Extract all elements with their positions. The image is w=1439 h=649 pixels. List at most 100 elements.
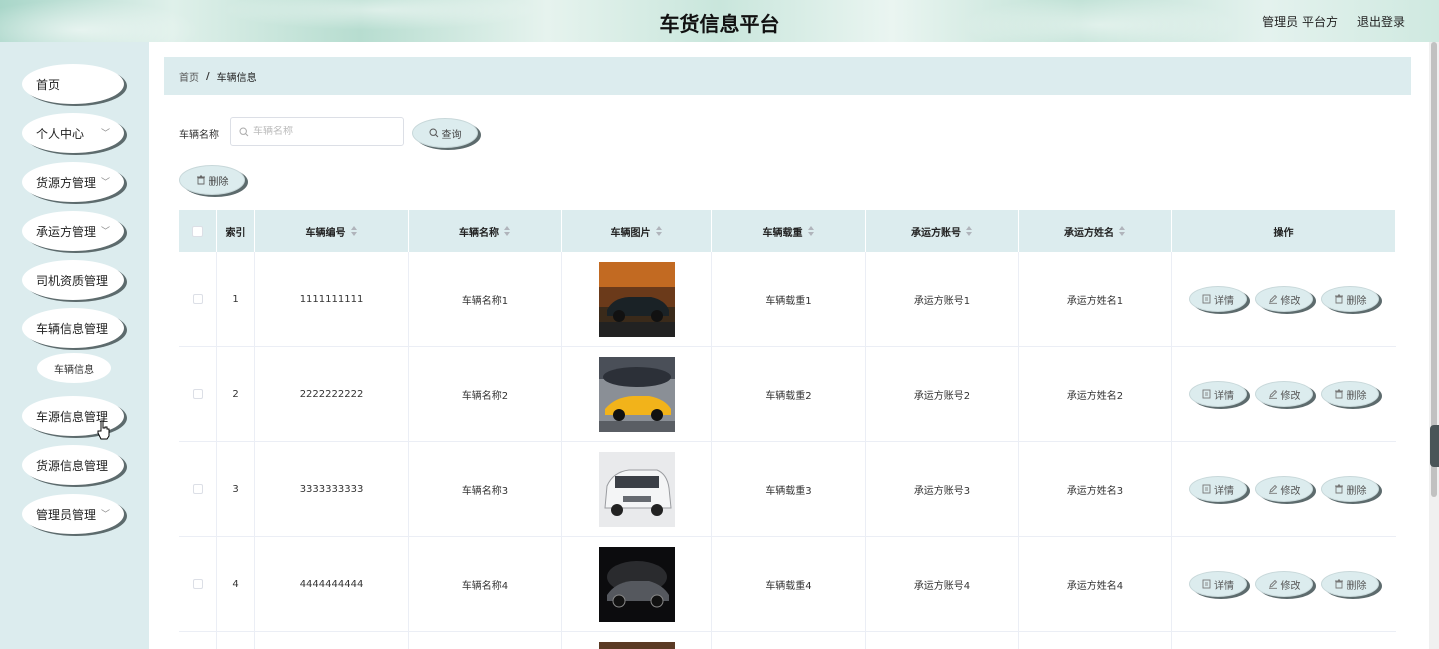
delete-button[interactable]: 删除 [1321, 286, 1379, 312]
delete-label: 删除 [1346, 580, 1367, 592]
car-image [598, 642, 675, 649]
car-image [598, 451, 675, 527]
row-select [179, 347, 217, 441]
header-owner[interactable]: 承运方姓名 [1019, 210, 1172, 252]
header-index: 索引 [217, 210, 255, 252]
breadcrumb-home[interactable]: 首页 [179, 69, 199, 84]
row-checkbox[interactable] [192, 579, 203, 589]
query-button[interactable]: 查询 [412, 118, 478, 148]
cell-account: 承运方账号3 [866, 442, 1019, 536]
sidebar-item-label: 货源方管理 [36, 175, 97, 190]
header-load[interactable]: 车辆载重 [712, 210, 866, 252]
page-scrollbar[interactable] [1429, 42, 1439, 649]
edit-icon [1268, 484, 1277, 494]
sort-icon[interactable] [1119, 226, 1126, 236]
row-select [179, 442, 217, 536]
edit-button[interactable]: 修改 [1255, 476, 1313, 502]
detail-button[interactable]: 详情 [1189, 476, 1247, 502]
header-account[interactable]: 承运方账号 [866, 210, 1019, 252]
sidebar-item-profile[interactable]: 个人中心 ﹀ [22, 113, 124, 153]
sidebar-item-driver-qualification[interactable]: 司机资质管理 [22, 260, 124, 300]
top-header: 车货信息平台 管理员 平台方 退出登录 [0, 0, 1439, 42]
delete-label: 删除 [1346, 295, 1367, 307]
sort-icon[interactable] [966, 226, 973, 236]
edit-button[interactable]: 修改 [1255, 571, 1313, 597]
cell-actions: 详情 修改 删除 [1172, 347, 1396, 441]
table-row: 3 3333333333 车辆名称3 车辆载重3 承运方账号3 承运方姓名3 详… [179, 442, 1396, 537]
edit-icon [1268, 294, 1277, 304]
hand-cursor-icon [97, 420, 110, 440]
cell-load: 车辆载重3 [712, 442, 866, 536]
cell-load: 车辆载重1 [712, 252, 866, 346]
logout-link[interactable]: 退出登录 [1357, 13, 1405, 30]
detail-label: 详情 [1214, 580, 1234, 592]
query-button-label: 查询 [441, 129, 462, 141]
document-icon [1202, 294, 1211, 304]
sidebar-item-vehicle-info[interactable]: 车辆信息管理 [22, 308, 124, 348]
header-code[interactable]: 车辆编号 [255, 210, 409, 252]
detail-button[interactable]: 详情 [1189, 381, 1247, 407]
detail-label: 详情 [1214, 485, 1234, 497]
header-name[interactable]: 车辆名称 [409, 210, 562, 252]
row-checkbox[interactable] [192, 484, 203, 494]
delete-button[interactable]: 删除 [1321, 476, 1379, 502]
row-checkbox[interactable] [192, 389, 203, 399]
trash-icon [1334, 294, 1343, 304]
delete-label: 删除 [1346, 485, 1367, 497]
edit-label: 修改 [1280, 485, 1301, 497]
edit-button[interactable]: 修改 [1255, 381, 1313, 407]
table-header: 索引 车辆编号 车辆名称 车辆图片 车辆载重 承运方账号 承运方姓名 操作 [179, 210, 1396, 252]
search-input[interactable] [253, 126, 393, 137]
sort-icon[interactable] [807, 226, 815, 236]
sidebar-item-home[interactable]: 首页 [22, 64, 124, 104]
sort-icon[interactable] [350, 226, 358, 236]
car-image [598, 261, 675, 337]
table-row: 4 4444444444 车辆名称4 车辆载重4 承运方账号4 承运方姓名4 详… [179, 537, 1396, 632]
search-input-wrapper [230, 117, 404, 146]
header-label: 操作 [1273, 227, 1294, 239]
search-icon [428, 128, 438, 138]
table-row: 1 1111111111 车辆名称1 车辆载重1 承运方账号1 承运方姓名1 详… [179, 252, 1396, 347]
cell-code [255, 632, 409, 649]
cell-code: 4444444444 [255, 537, 409, 631]
sort-icon[interactable] [504, 226, 511, 236]
sidebar-item-carrier[interactable]: 承运方管理 ﹀ [22, 211, 124, 251]
breadcrumb-current: 车辆信息 [216, 72, 257, 84]
sort-icon[interactable] [655, 226, 663, 236]
sidebar-item-cargo-source[interactable]: 货源信息管理 [22, 445, 124, 485]
cell-actions [1172, 632, 1396, 649]
cell-name: 车辆名称2 [409, 347, 562, 441]
cell-index: 4 [217, 537, 255, 631]
trash-icon [196, 175, 205, 185]
header-select-all [179, 210, 217, 252]
search-label: 车辆名称 [179, 130, 219, 141]
cell-name: 车辆名称1 [409, 252, 562, 346]
vehicle-table: 索引 车辆编号 车辆名称 车辆图片 车辆载重 承运方账号 承运方姓名 操作 1 … [179, 210, 1396, 649]
cell-load: 车辆载重4 [712, 537, 866, 631]
cell-account: 承运方账号2 [866, 347, 1019, 441]
table-row: 2 2222222222 车辆名称2 车辆载重2 承运方账号2 承运方姓名2 详… [179, 347, 1396, 442]
detail-button[interactable]: 详情 [1189, 286, 1247, 312]
header-label: 索引 [225, 227, 246, 239]
detail-button[interactable]: 详情 [1189, 571, 1247, 597]
sidebar-item-admin[interactable]: 管理员管理 ﹀ [22, 494, 124, 534]
car-image [598, 546, 675, 622]
cell-actions: 详情 修改 删除 [1172, 442, 1396, 536]
batch-delete-button[interactable]: 删除 [179, 165, 245, 195]
sidebar-item-label: 管理员管理 [36, 507, 97, 522]
cell-account: 承运方账号1 [866, 252, 1019, 346]
select-all-checkbox[interactable] [192, 225, 203, 237]
header-label: 车辆载重 [762, 227, 803, 239]
row-checkbox[interactable] [192, 294, 203, 304]
cell-code: 3333333333 [255, 442, 409, 536]
sidebar-subitem-vehicle[interactable]: 车辆信息 [37, 353, 111, 383]
chevron-down-icon: ﹀ [100, 178, 110, 188]
delete-button[interactable]: 删除 [1321, 381, 1379, 407]
delete-button[interactable]: 删除 [1321, 571, 1379, 597]
sidebar-item-shipper[interactable]: 货源方管理 ﹀ [22, 162, 124, 202]
side-drawer-handle[interactable] [1430, 425, 1439, 467]
row-select [179, 252, 217, 346]
edit-button[interactable]: 修改 [1255, 286, 1313, 312]
header-image[interactable]: 车辆图片 [562, 210, 712, 252]
cell-owner: 承运方姓名2 [1019, 347, 1172, 441]
